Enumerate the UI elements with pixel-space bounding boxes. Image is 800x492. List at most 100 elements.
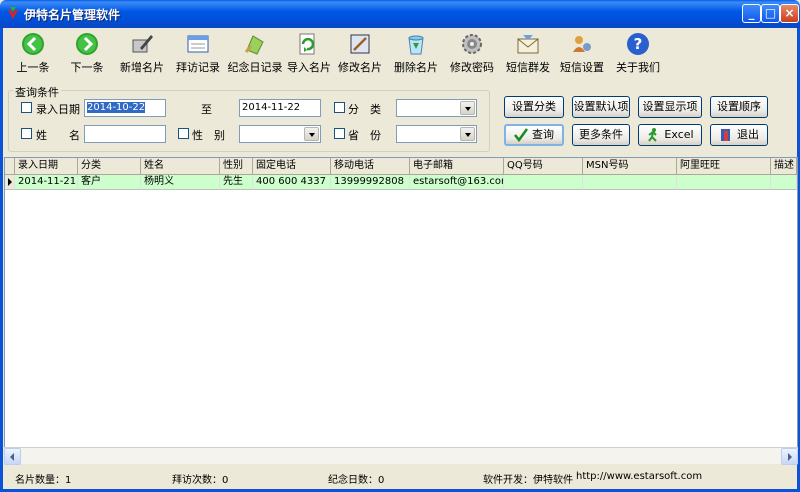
set-order-button[interactable]: 设置顺序 — [710, 96, 768, 118]
name-checkbox[interactable] — [21, 128, 32, 139]
table-cell[interactable] — [677, 175, 771, 190]
province-label: 省 份 — [348, 129, 381, 142]
toolbar-label: 下一条 — [70, 61, 104, 74]
toolbar-delete-card-button[interactable]: 删除名片 — [393, 32, 439, 78]
scroll-right-icon[interactable] — [781, 448, 798, 465]
search-button-label: 查询 — [532, 128, 554, 141]
toolbar-label: 拜访记录 — [176, 61, 220, 74]
toolbar-import-card-button[interactable]: 导入名片 — [287, 32, 331, 78]
chevron-down-icon[interactable] — [460, 127, 475, 141]
toolbar-label: 短信群发 — [506, 61, 550, 74]
table-cell[interactable] — [583, 175, 677, 190]
exit-button-label: 退出 — [737, 128, 759, 141]
set-category-button[interactable]: 设置分类 — [504, 96, 564, 118]
category-checkbox[interactable] — [334, 102, 345, 113]
column-header[interactable]: 移动电话 — [331, 158, 410, 175]
table-cell[interactable]: 2014-11-21 — [15, 175, 78, 190]
table-cell[interactable] — [771, 175, 797, 190]
date-from-field[interactable]: 2014-10-22 — [84, 99, 166, 117]
website-link[interactable]: http://www.estarsoft.com — [576, 471, 702, 482]
column-header[interactable]: 姓名 — [141, 158, 220, 175]
close-button[interactable]: × — [780, 4, 799, 23]
window-title: 伊特名片管理软件 — [24, 8, 121, 22]
toolbar: 上一条 下一条 新增名片 拜访记录 纪念日记录 导入名片 修改名片 删除名片 修… — [3, 28, 797, 80]
toolbar-about-button[interactable]: ? 关于我们 — [615, 32, 661, 78]
set-display-button[interactable]: 设置显示项 — [638, 96, 702, 118]
table-cell[interactable]: 客户 — [78, 175, 141, 190]
help-icon: ? — [627, 33, 649, 55]
sms-settings-icon — [573, 36, 591, 52]
gender-checkbox[interactable] — [178, 128, 189, 139]
toolbar-label: 纪念日记录 — [227, 61, 283, 74]
table-cell[interactable]: 先生 — [220, 175, 253, 190]
toolbar-edit-card-button[interactable]: 修改名片 — [337, 32, 383, 78]
column-header[interactable]: MSN号码 — [583, 158, 677, 175]
title-bar: 伊特名片管理软件 _ □ × — [0, 0, 800, 28]
column-header[interactable]: 固定电话 — [253, 158, 331, 175]
excel-button-label: Excel — [664, 128, 694, 141]
toolbar-sms-broadcast-button[interactable]: 短信群发 — [505, 32, 551, 78]
column-header[interactable]: 电子邮箱 — [410, 158, 504, 175]
visit-record-icon — [187, 35, 209, 53]
toolbar-change-password-button[interactable]: 修改密码 — [449, 32, 495, 78]
name-label: 姓 名 — [36, 129, 80, 142]
svg-text:?: ? — [634, 35, 643, 53]
toolbar-visit-record-button[interactable]: 拜访记录 — [175, 32, 221, 78]
column-header[interactable]: 性别 — [220, 158, 253, 175]
card-count-status: 名片数量：1 — [15, 475, 72, 486]
recycle-bin-icon — [408, 35, 424, 55]
more-conditions-button[interactable]: 更多条件 — [572, 124, 630, 146]
window-frame-left — [0, 28, 3, 492]
gender-select[interactable] — [239, 125, 321, 143]
toolbar-label: 上一条 — [16, 61, 50, 74]
toolbar-prev-button[interactable]: 上一条 — [13, 32, 53, 78]
category-label: 分 类 — [348, 103, 381, 116]
minimize-button[interactable]: _ — [742, 4, 761, 23]
chevron-down-icon[interactable] — [460, 101, 475, 115]
cards-table[interactable]: 录入日期 分类 姓名 性别 固定电话 移动电话 电子邮箱 QQ号码 MSN号码 … — [4, 157, 798, 461]
column-header[interactable]: QQ号码 — [504, 158, 583, 175]
toolbar-label: 修改名片 — [338, 61, 382, 74]
set-default-button[interactable]: 设置默认项 — [572, 96, 630, 118]
name-field[interactable] — [84, 125, 166, 143]
table-cell[interactable]: 杨明义 — [141, 175, 220, 190]
row-indicator-header — [5, 158, 15, 175]
table-cell[interactable]: 13999992808 — [331, 175, 410, 190]
toolbar-sms-settings-button[interactable]: 短信设置 — [559, 32, 605, 78]
query-conditions-title: 查询条件 — [13, 84, 61, 100]
search-button[interactable]: 查询 — [504, 124, 564, 146]
column-header[interactable]: 录入日期 — [15, 158, 78, 175]
column-header[interactable]: 描述 — [771, 158, 797, 175]
entry-date-label: 录入日期 — [36, 103, 80, 116]
toolbar-anniversary-button[interactable]: 纪念日记录 — [227, 32, 283, 78]
row-indicator — [5, 175, 15, 190]
toolbar-label: 关于我们 — [616, 61, 660, 74]
toolbar-next-button[interactable]: 下一条 — [67, 32, 107, 78]
table-cell[interactable] — [504, 175, 583, 190]
chevron-down-icon[interactable] — [304, 127, 319, 141]
developer-status: 软件开发：伊特软件 — [483, 475, 573, 486]
app-logo-icon — [8, 7, 18, 19]
table-cell[interactable]: estarsoft@163.com — [410, 175, 504, 190]
entry-date-checkbox[interactable] — [21, 102, 32, 113]
anniversary-icon — [244, 35, 264, 55]
toolbar-new-card-button[interactable]: 新增名片 — [119, 32, 165, 78]
maximize-button[interactable]: □ — [761, 4, 780, 23]
toolbar-label: 新增名片 — [120, 61, 164, 74]
category-select[interactable] — [396, 99, 477, 117]
green-right-arrow-icon — [76, 33, 98, 55]
scroll-left-icon[interactable] — [4, 448, 21, 465]
horizontal-scrollbar[interactable] — [4, 447, 798, 465]
edit-card-icon — [350, 34, 370, 54]
column-header[interactable]: 阿里旺旺 — [677, 158, 771, 175]
column-header[interactable]: 分类 — [78, 158, 141, 175]
toolbar-label: 修改密码 — [450, 61, 494, 74]
date-to-field[interactable]: 2014-11-22 — [239, 99, 321, 117]
exit-button[interactable]: 退出 — [710, 124, 768, 146]
province-checkbox[interactable] — [334, 128, 345, 139]
province-select[interactable] — [396, 125, 477, 143]
table-cell[interactable]: 400 600 4337 — [253, 175, 331, 190]
excel-button[interactable]: Excel — [638, 124, 702, 146]
status-bar: 名片数量：1 拜访次数：0 纪念日数：0 软件开发：伊特软件 http://ww… — [3, 465, 797, 489]
current-row-arrow-icon — [8, 178, 12, 186]
